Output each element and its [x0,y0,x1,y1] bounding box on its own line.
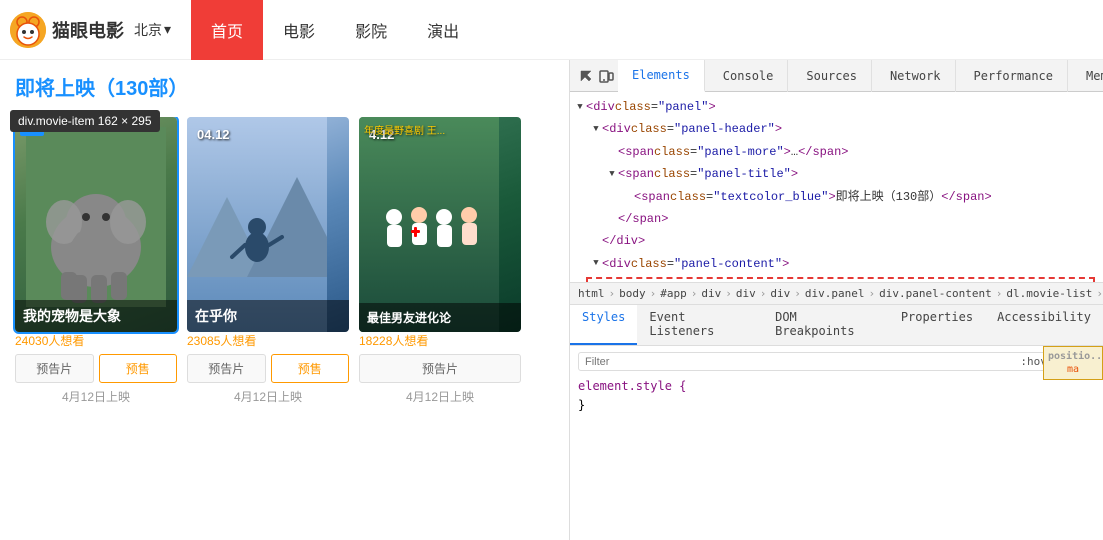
devtools-tab-sources[interactable]: Sources [792,60,872,92]
elements-content: <div class="panel"> <div class="panel-he… [570,92,1103,282]
breadcrumb-app[interactable]: #app [660,287,687,300]
bc-sep-6: › [794,287,801,300]
breadcrumb-dl-movie-list[interactable]: dl.movie-list [1006,287,1092,300]
device-toolbar-icon[interactable] [598,65,614,87]
bc-sep-5: › [760,287,767,300]
html-line[interactable]: <span class="panel-title"> [570,163,1103,185]
bc-sep-8: › [996,287,1003,300]
styles-panel: :hov .cls + element.style { } positio...… [570,346,1103,540]
main-nav: 首页 电影 影院 演出 [191,0,479,60]
trailer-btn-3[interactable]: 预告片 [359,354,521,383]
bc-sep-7: › [868,287,875,300]
breadcrumb-div2[interactable]: div [736,287,756,300]
logo-icon [10,12,46,48]
triangle-1[interactable] [574,100,586,115]
tab-dom-breakpoints[interactable]: DOM Breakpoints [763,305,889,345]
triangle-4[interactable] [606,167,618,182]
poster-title-3: 最佳男友进化论 [359,303,521,332]
filter-input[interactable] [585,356,1020,368]
buy-btn-1[interactable]: 预售 [99,354,178,383]
nav-item-shows[interactable]: 演出 [407,0,479,60]
filter-bar: :hov .cls + [578,352,1095,371]
devtools-tab-network[interactable]: Network [876,60,956,92]
position-indicator: positio... ma [1043,346,1103,380]
triangle-8[interactable] [590,256,602,271]
release-date-2: 4月12日上映 [187,383,349,405]
bc-sep-2: › [650,287,657,300]
tab-accessibility[interactable]: Accessibility [985,305,1103,345]
nav-item-theaters[interactable]: 影院 [335,0,407,60]
movie-actions-2: 预告片 预售 [187,354,349,383]
main-area: 即将上映（130部） div.movie-item 162 × 295 [0,60,1103,540]
city-selector[interactable]: 北京 ▾ [134,20,171,40]
release-date-1: 4月12日上映 [15,383,177,405]
release-date-3: 4月12日上映 [359,383,521,405]
html-line[interactable]: <span class="panel-more">…</span> [570,141,1103,163]
breadcrumb-div3[interactable]: div [770,287,790,300]
logo-area: 猫眼电影 [10,12,124,48]
chevron-down-icon: ▾ [164,21,171,38]
breadcrumb-div-panel[interactable]: div.panel [805,287,865,300]
nav-item-home[interactable]: 首页 [191,0,263,60]
breadcrumb-html[interactable]: html [578,287,605,300]
style-close: } [578,398,585,412]
top-nav: 猫眼电影 北京 ▾ 首页 电影 影院 演出 [0,0,1103,60]
html-line[interactable]: <span class="textcolor_blue">即将上映（130部）<… [570,186,1103,208]
devtools-tab-performance[interactable]: Performance [960,60,1068,92]
html-line[interactable]: </span> [570,208,1103,230]
bc-sep-3: › [691,287,698,300]
tab-event-listeners[interactable]: Event Listeners [637,305,763,345]
poster-title-2: 在乎你 [187,300,349,332]
select-element-icon[interactable] [578,65,594,87]
bottom-tabs: Styles Event Listeners DOM Breakpoints P… [570,305,1103,346]
poster-subtitle-3: 年度最野喜剧 王... [364,122,445,137]
buy-btn-2[interactable]: 预售 [271,354,350,383]
breadcrumb-body[interactable]: body [619,287,646,300]
tab-styles[interactable]: Styles [570,305,637,345]
logo-text: 猫眼电影 [52,17,124,43]
style-rule-element: element.style { } [578,377,1095,415]
bc-sep-1: › [609,287,616,300]
trailer-btn-2[interactable]: 预告片 [187,354,266,383]
section-title: 即将上映（130部） [0,60,569,109]
movie-poster-1: 3D 我的宠物是大象 [15,117,177,332]
html-line[interactable]: <div class="panel"> [570,96,1103,118]
breadcrumb-div-panel-content[interactable]: div.panel-content [879,287,992,300]
devtools-tab-elements[interactable]: Elements [618,60,705,92]
devtools-tab-console[interactable]: Console [709,60,789,92]
website-panel: 即将上映（130部） div.movie-item 162 × 295 [0,60,570,540]
want-count-3: 18228人想看 [359,332,521,354]
devtools-topbar: Elements Console Sources Network Perform… [570,60,1103,92]
movie-grid: 3D 我的宠物是大象 24030人想看 预告片 预售 4月12日上映 [0,117,569,405]
movie-poster-2: 04.12 在乎你 [187,117,349,332]
bc-sep-4: › [725,287,732,300]
movie-poster-3: 4.12 年度最野喜剧 王... 最佳男友进化论 [359,117,521,332]
want-count-2: 23085人想看 [187,332,349,354]
movie-actions-1: 预告片 预售 [15,354,177,383]
tab-properties[interactable]: Properties [889,305,985,345]
breadcrumb-bar: html › body › #app › div › div › div › d… [570,282,1103,305]
poster-date-2: 04.12 [197,127,230,142]
want-count-1: 24030人想看 [15,332,177,354]
style-selector: element.style { [578,379,686,393]
tooltip: div.movie-item 162 × 295 [10,110,160,132]
breadcrumb-div1[interactable]: div [701,287,721,300]
devtools-tab-more[interactable]: Mem [1072,60,1103,92]
bc-sep-9: › [1096,287,1103,300]
poster-title-1: 我的宠物是大象 [15,300,177,332]
nav-item-movies[interactable]: 电影 [263,0,335,60]
trailer-btn-1[interactable]: 预告片 [15,354,94,383]
movie-actions-3: 预告片 [359,354,521,383]
devtools-panel: Elements Console Sources Network Perform… [570,60,1103,540]
html-line[interactable]: <div class="panel-content"> [570,253,1103,275]
html-line[interactable]: <div class="panel-header"> [570,118,1103,140]
html-line[interactable]: </div> [570,230,1103,252]
movie-card-2: 04.12 在乎你 23085人想看 预告片 预售 4月12日上映 [187,117,349,405]
movie-card-1: 3D 我的宠物是大象 24030人想看 预告片 预售 4月12日上映 [15,117,177,405]
movie-card-3: 4.12 年度最野喜剧 王... 最佳男友进化论 18228人想看 预告片 4月… [359,117,521,405]
triangle-2[interactable] [590,122,602,137]
